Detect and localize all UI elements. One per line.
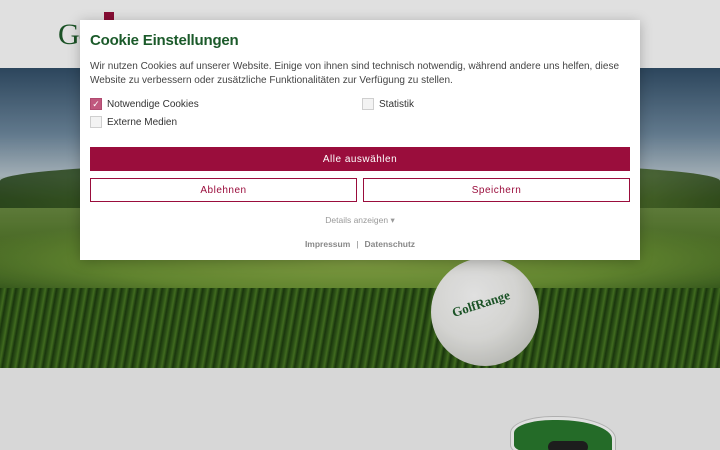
option-statistik[interactable]: Statistik	[362, 98, 414, 110]
checkbox-checked-icon[interactable]: ✓	[90, 98, 102, 110]
deny-button[interactable]: Ablehnen	[90, 178, 357, 202]
save-button[interactable]: Speichern	[363, 178, 630, 202]
cookie-modal-title: Cookie Einstellungen	[90, 32, 239, 49]
option-label: Statistik	[379, 98, 415, 110]
option-label: Notwendige Cookies	[107, 98, 199, 110]
option-necessary-cookies[interactable]: ✓ Notwendige Cookies	[90, 98, 199, 110]
chevron-down-icon: ▾	[390, 215, 395, 225]
datenschutz-link[interactable]: Datenschutz	[365, 239, 416, 249]
cookie-modal: Cookie Einstellungen Wir nutzen Cookies …	[80, 20, 640, 260]
details-label[interactable]: Details anzeigen	[325, 215, 388, 225]
option-label: Externe Medien	[107, 116, 178, 128]
details-toggle[interactable]: Details anzeigen ▾	[80, 215, 640, 226]
link-separator: |	[356, 239, 359, 249]
checkbox-icon[interactable]	[90, 116, 102, 128]
checkbox-icon[interactable]	[362, 98, 374, 110]
footer-links: Impressum | Datenschutz	[80, 239, 640, 249]
cookie-modal-description: Wir nutzen Cookies auf unserer Website. …	[90, 61, 620, 86]
accept-all-button[interactable]: Alle auswählen	[90, 147, 630, 171]
impressum-link[interactable]: Impressum	[305, 239, 350, 249]
option-externe-medien[interactable]: Externe Medien	[90, 116, 177, 128]
